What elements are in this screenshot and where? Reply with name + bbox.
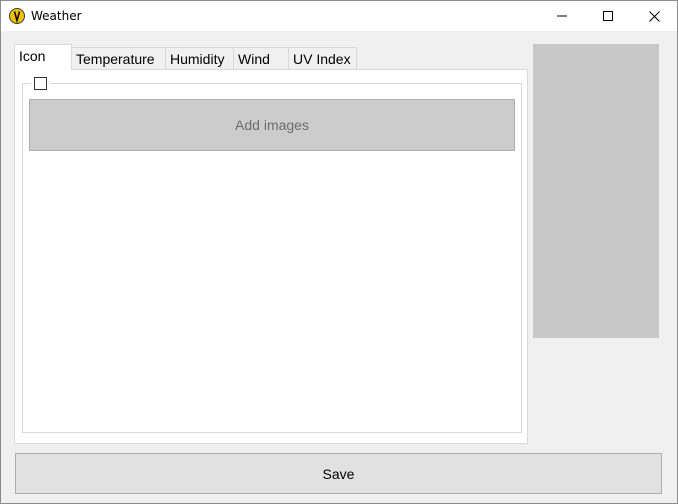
enable-icon-checkbox[interactable] [34,77,47,90]
title-bar[interactable]: Weather [1,1,677,31]
save-button[interactable]: Save [15,453,662,494]
app-window: Weather Icon Temperature Humidity Wind U… [0,0,678,504]
tab-temperature[interactable]: Temperature [71,47,166,69]
maximize-icon [603,11,613,21]
tab-uv-index[interactable]: UV Index [288,47,357,69]
tab-label: Icon [19,48,46,64]
minimize-button[interactable] [539,1,585,31]
weather-app-icon [9,8,25,24]
tab-icon[interactable]: Icon [14,44,72,70]
tab-label: Wind [238,51,270,67]
minimize-icon [557,15,567,17]
tab-label: UV Index [293,51,351,67]
save-button-label: Save [322,465,355,482]
maximize-button[interactable] [585,1,631,31]
close-icon [648,10,660,22]
window-title: Weather [31,9,82,23]
icon-tab-panel: Add images [14,69,528,444]
add-images-button[interactable]: Add images [29,99,515,151]
close-button[interactable] [631,1,677,31]
tab-humidity[interactable]: Humidity [165,47,234,69]
tab-label: Humidity [170,51,225,67]
tab-wind[interactable]: Wind [233,47,289,69]
icon-groupbox: Add images [22,77,522,433]
add-images-label: Add images [235,117,309,133]
tab-label: Temperature [76,51,155,67]
icon-preview-panel [533,44,659,338]
